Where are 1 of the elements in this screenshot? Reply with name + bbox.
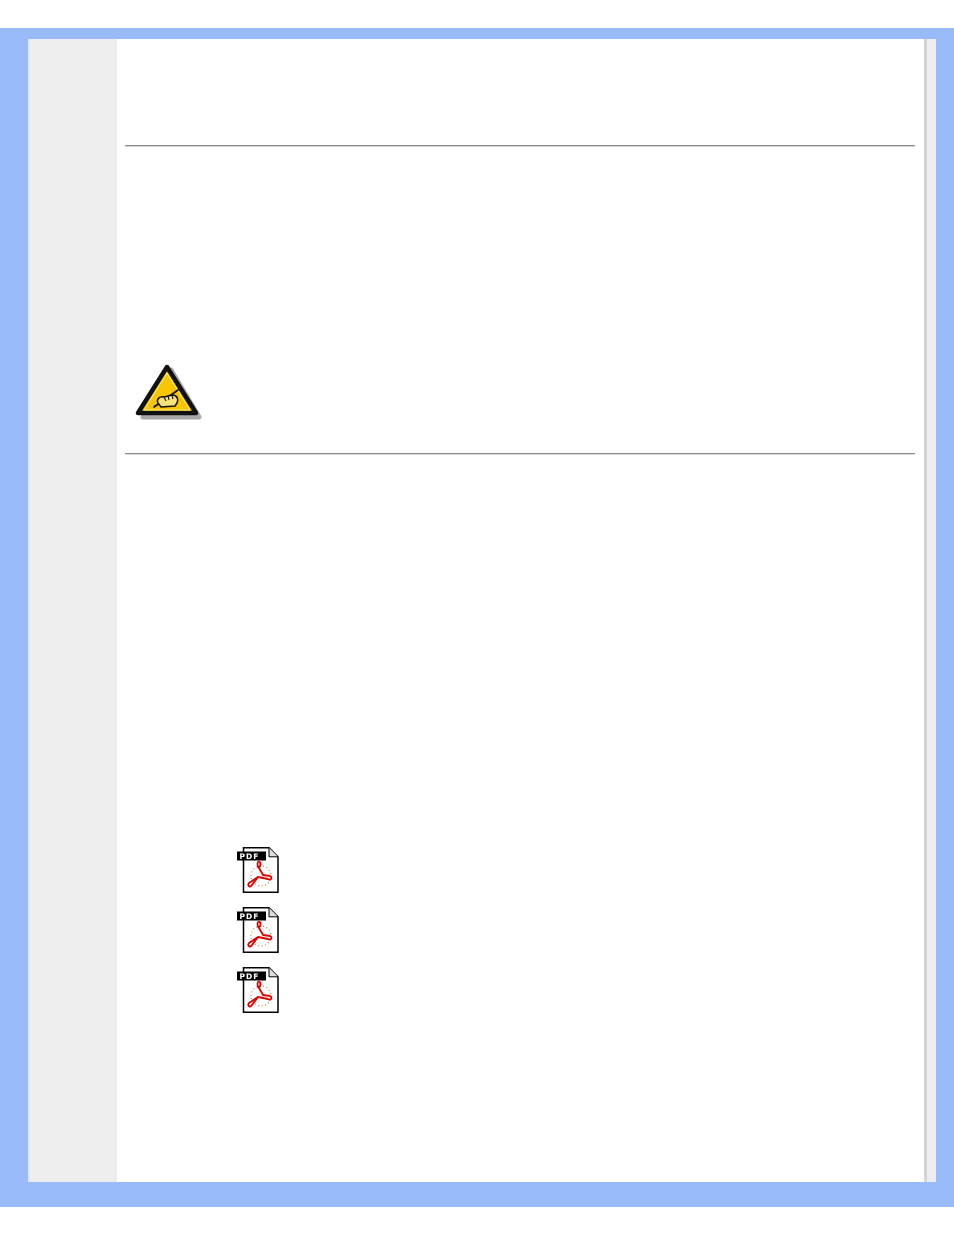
note-sign-icon — [134, 363, 202, 421]
